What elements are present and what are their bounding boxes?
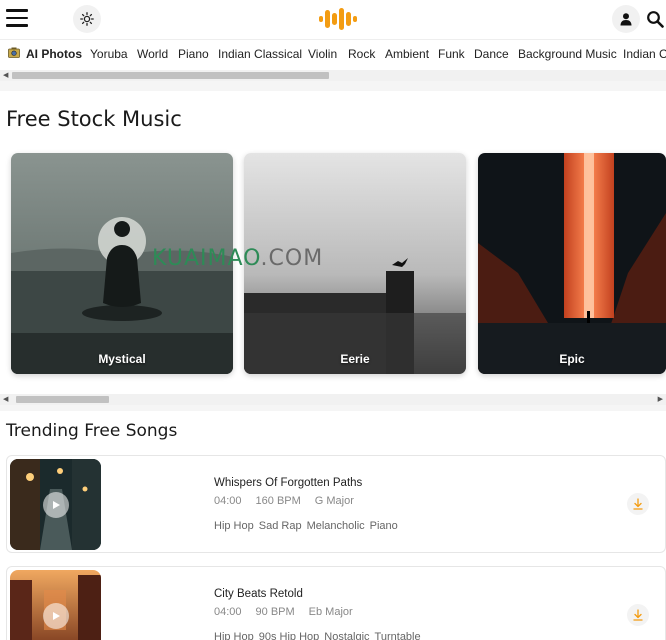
scroll-right-icon[interactable]: ▶ (658, 396, 663, 403)
music-card-epic[interactable]: Epic (478, 153, 666, 374)
song-tags: Hip Hop 90s Hip Hop Nostalgic Turntable (214, 631, 426, 640)
watermark: KUAIMAO.COM (152, 246, 324, 271)
song-key: G Major (314, 495, 354, 507)
stock-section-title: Free Stock Music (6, 107, 182, 131)
play-icon (53, 612, 60, 620)
download-button[interactable] (627, 493, 649, 515)
song-row[interactable]: Whispers Of Forgotten Paths 04:00 160 BPM… (6, 455, 666, 553)
category-world[interactable]: World (137, 47, 168, 61)
song-row[interactable]: City Beats Retold 04:00 90 BPM Eb Major Hi… (6, 566, 666, 640)
download-button[interactable] (627, 604, 649, 626)
song-duration: 04:00 (214, 606, 242, 618)
card-label: Epic (559, 352, 585, 366)
trending-section-title: Trending Free Songs (6, 421, 178, 441)
song-tag[interactable]: Nostalgic (324, 631, 369, 640)
song-thumbnail[interactable] (10, 459, 101, 550)
song-duration: 04:00 (214, 495, 242, 507)
scroll-left-icon[interactable]: ◀ (3, 396, 8, 403)
section-divider (0, 405, 666, 411)
play-button[interactable] (43, 603, 69, 629)
category-piano[interactable]: Piano (178, 47, 209, 61)
card-label: Mystical (98, 352, 146, 366)
download-icon (633, 498, 643, 510)
theme-toggle-button[interactable] (73, 5, 101, 33)
song-bpm: 90 BPM (255, 606, 295, 618)
category-scrollbar[interactable]: ◀ (0, 70, 666, 81)
song-meta: 04:00 160 BPM G Major (214, 495, 368, 507)
category-nav: AI Photos Yoruba World Piano Indian Clas… (0, 39, 666, 67)
category-funk[interactable]: Funk (438, 47, 465, 61)
song-tag[interactable]: 90s Hip Hop (259, 631, 320, 640)
category-indian-classical[interactable]: Indian Classical (218, 47, 302, 61)
song-meta: 04:00 90 BPM Eb Major (214, 606, 367, 618)
category-background-music[interactable]: Background Music (518, 47, 617, 61)
download-icon (633, 609, 643, 621)
category-indian-c[interactable]: Indian C (623, 47, 666, 61)
song-tag[interactable]: Melancholic (307, 520, 365, 532)
sun-icon (80, 12, 94, 26)
song-key: Eb Major (308, 606, 353, 618)
search-icon[interactable] (646, 10, 664, 28)
scrollbar-thumb[interactable] (12, 72, 329, 79)
song-title[interactable]: City Beats Retold (214, 588, 303, 600)
song-tag[interactable]: Sad Rap (259, 520, 302, 532)
cards-scrollbar[interactable]: ◀ ▶ (0, 394, 666, 405)
song-tags: Hip Hop Sad Rap Melancholic Piano (214, 520, 403, 532)
category-violin[interactable]: Violin (308, 47, 337, 61)
scrollbar-thumb[interactable] (16, 396, 109, 403)
category-ai-photos[interactable]: AI Photos (26, 47, 82, 61)
card-label: Eerie (340, 352, 370, 366)
category-rock[interactable]: Rock (348, 47, 375, 61)
song-bpm: 160 BPM (255, 495, 301, 507)
section-divider (0, 81, 666, 91)
song-thumbnail[interactable] (10, 570, 101, 640)
song-tag[interactable]: Hip Hop (214, 520, 254, 532)
hamburger-icon[interactable] (6, 9, 28, 29)
song-title[interactable]: Whispers Of Forgotten Paths (214, 477, 362, 489)
top-bar (0, 0, 666, 38)
user-account-button[interactable] (612, 5, 640, 33)
song-tag[interactable]: Hip Hop (214, 631, 254, 640)
user-icon (620, 13, 632, 26)
epic-artwork (478, 153, 666, 374)
scroll-left-icon[interactable]: ◀ (3, 72, 8, 79)
category-yoruba[interactable]: Yoruba (90, 47, 128, 61)
camera-icon (8, 47, 20, 58)
song-tag[interactable]: Piano (370, 520, 398, 532)
play-icon (53, 501, 60, 509)
category-dance[interactable]: Dance (474, 47, 509, 61)
song-tag[interactable]: Turntable (375, 631, 421, 640)
play-button[interactable] (43, 492, 69, 518)
category-ambient[interactable]: Ambient (385, 47, 429, 61)
sound-wave-logo[interactable] (318, 6, 358, 32)
